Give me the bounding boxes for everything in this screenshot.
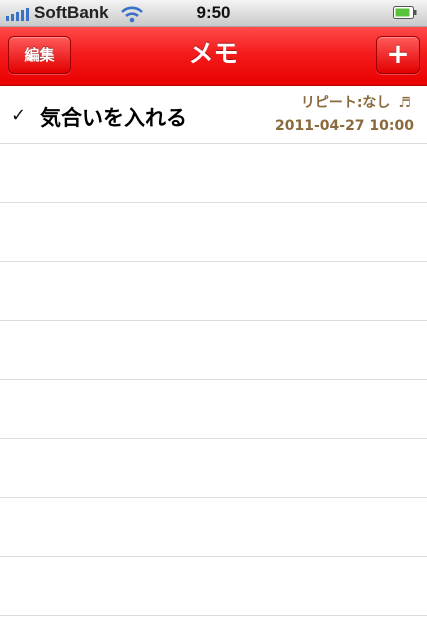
repeat-label: リピート:なし <box>300 95 391 111</box>
memo-row[interactable]: ✓ 気合いを入れる リピート:なし ♬ 2011-04-27 10:00 <box>0 86 427 144</box>
empty-row <box>0 498 427 557</box>
memo-title: 気合いを入れる <box>40 106 187 130</box>
status-time: 9:50 <box>196 3 231 22</box>
empty-row <box>0 439 427 498</box>
battery-icon <box>393 6 417 19</box>
memo-date: 2011-04-27 10:00 <box>275 118 414 134</box>
add-memo-button[interactable]: + <box>376 36 420 74</box>
empty-row <box>0 262 427 321</box>
edit-button[interactable]: 編集 <box>8 36 71 74</box>
empty-row <box>0 380 427 439</box>
empty-row <box>0 144 427 203</box>
empty-row <box>0 557 427 616</box>
checkmark-icon: ✓ <box>11 105 27 126</box>
empty-row <box>0 203 427 262</box>
memo-list: ✓ 気合いを入れる リピート:なし ♬ 2011-04-27 10:00 <box>0 86 427 616</box>
empty-row <box>0 321 427 380</box>
music-note-icon: ♬ <box>398 95 411 111</box>
status-bar: SoftBank 9:50 <box>0 0 427 27</box>
navigation-bar: メモ 編集 + <box>0 27 427 86</box>
repeat-status: リピート:なし ♬ <box>301 92 411 112</box>
